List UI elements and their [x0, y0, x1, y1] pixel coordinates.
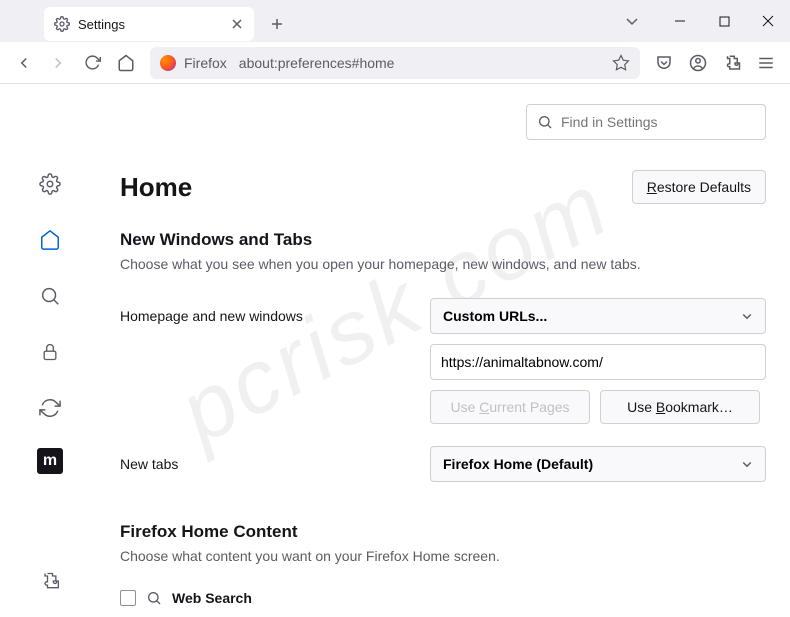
url-bar[interactable]: Firefox about:preferences#home	[150, 47, 640, 79]
window-maximize-button[interactable]	[702, 0, 746, 42]
firefox-logo-icon	[160, 55, 176, 71]
urlbar-text: about:preferences#home	[239, 55, 612, 71]
use-current-pages-button[interactable]: Use Current Pages	[430, 390, 590, 424]
sidebar-item-general[interactable]	[34, 168, 66, 200]
gear-icon	[54, 16, 70, 32]
app-menu-button[interactable]	[750, 47, 782, 79]
search-icon	[146, 590, 162, 606]
find-settings-field[interactable]	[526, 104, 766, 140]
window-close-button[interactable]	[746, 0, 790, 42]
settings-sidebar: m	[0, 84, 100, 617]
tabs-dropdown-button[interactable]	[614, 0, 658, 42]
homepage-label: Homepage and new windows	[120, 308, 430, 324]
sidebar-item-sync[interactable]	[34, 392, 66, 424]
pocket-button[interactable]	[648, 47, 680, 79]
home-button[interactable]	[110, 47, 142, 79]
titlebar: Settings	[0, 0, 790, 42]
reload-button[interactable]	[76, 47, 108, 79]
newtabs-label: New tabs	[120, 456, 430, 472]
section-home-content-desc: Choose what content you want on your Fir…	[100, 548, 766, 564]
homepage-url-input[interactable]	[430, 344, 766, 380]
websearch-checkbox[interactable]	[120, 590, 136, 606]
find-settings-input[interactable]	[561, 114, 755, 130]
sidebar-item-mozilla[interactable]: m	[37, 448, 63, 474]
extensions-button[interactable]	[716, 47, 748, 79]
forward-button[interactable]	[42, 47, 74, 79]
main-panel: Home Restore Defaults New Windows and Ta…	[100, 84, 790, 617]
tab-close-button[interactable]	[230, 17, 244, 31]
section-windows-tabs-desc: Choose what you see when you open your h…	[100, 256, 766, 272]
use-bookmark-button[interactable]: Use Bookmark…	[600, 390, 760, 424]
section-windows-tabs-title: New Windows and Tabs	[100, 230, 766, 250]
window-minimize-button[interactable]	[658, 0, 702, 42]
urlbar-brand: Firefox	[184, 55, 227, 71]
account-button[interactable]	[682, 47, 714, 79]
navbar: Firefox about:preferences#home	[0, 42, 790, 84]
page-title: Home	[120, 172, 192, 203]
sidebar-item-search[interactable]	[34, 280, 66, 312]
restore-defaults-button[interactable]: Restore Defaults	[632, 170, 766, 204]
section-home-content-title: Firefox Home Content	[100, 522, 766, 542]
back-button[interactable]	[8, 47, 40, 79]
sidebar-item-privacy[interactable]	[34, 336, 66, 368]
sidebar-item-extensions[interactable]	[34, 565, 66, 597]
newtabs-select-value: Firefox Home (Default)	[443, 456, 593, 472]
new-tab-button[interactable]	[262, 9, 292, 39]
browser-tab[interactable]: Settings	[44, 7, 254, 41]
sidebar-item-home[interactable]	[34, 224, 66, 256]
homepage-select-value: Custom URLs...	[443, 308, 547, 324]
homepage-select[interactable]: Custom URLs...	[430, 298, 766, 334]
newtabs-select[interactable]: Firefox Home (Default)	[430, 446, 766, 482]
bookmark-star-icon[interactable]	[612, 54, 630, 72]
websearch-label: Web Search	[172, 590, 252, 606]
tab-title: Settings	[78, 17, 230, 32]
